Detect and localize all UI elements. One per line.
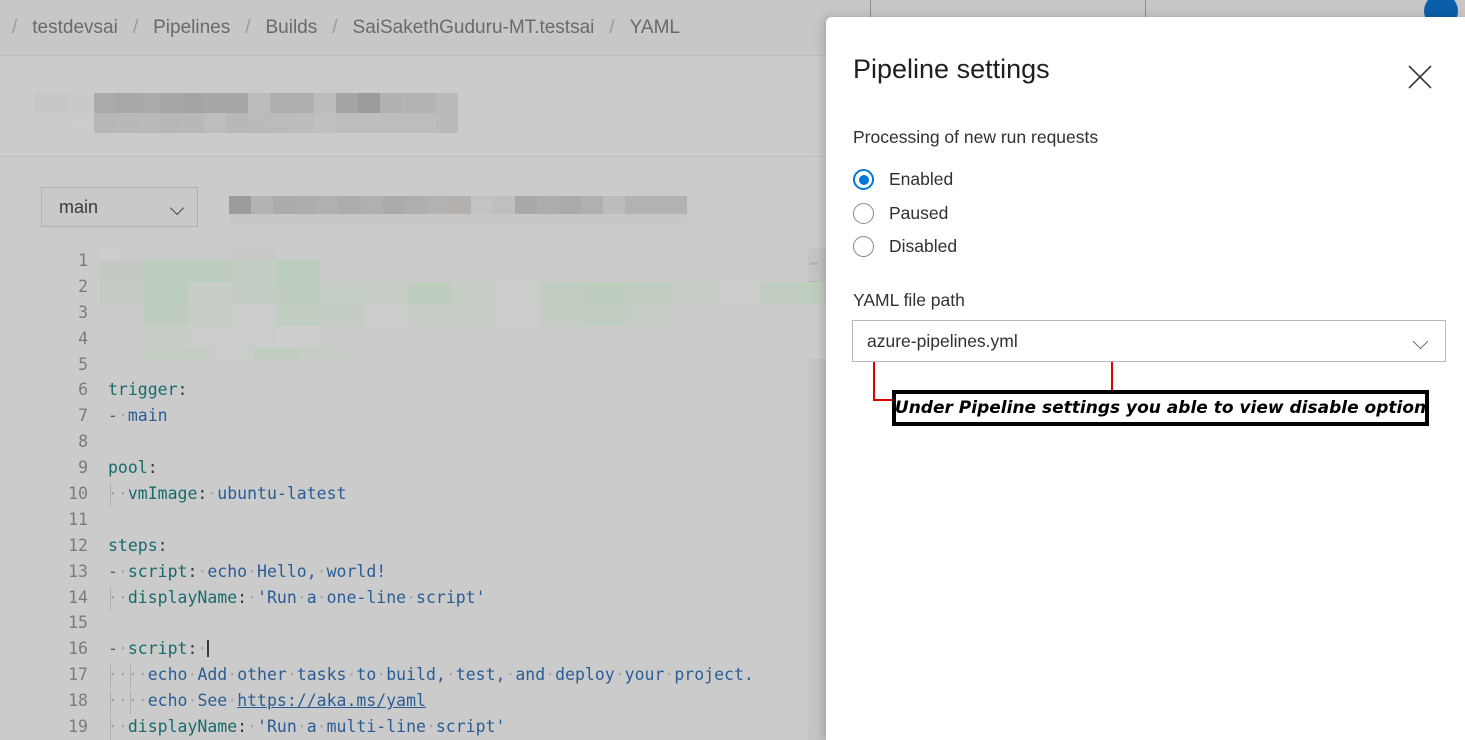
code-text: ··vmImage:·ubuntu-latest: [108, 484, 347, 504]
line-number: 1: [78, 251, 88, 270]
breadcrumb-separator: /: [12, 16, 18, 38]
line-number: 7: [78, 406, 88, 426]
code-text: trigger:: [108, 380, 188, 400]
code-line: 10 ··vmImage:·ubuntu-latest: [0, 481, 826, 508]
code-text: ··displayName:·'Run·a·multi-line·script': [108, 717, 506, 737]
panel-title: Pipeline settings: [853, 54, 1050, 84]
line-number: 2: [78, 276, 88, 296]
code-text: steps:: [108, 535, 168, 555]
code-line: 14 ··displayName:·'Run·a·one-line·script…: [0, 585, 826, 611]
redacted-title-block: [35, 93, 458, 133]
line-number: 16: [68, 639, 88, 659]
line-number: 19: [68, 717, 88, 737]
code-line: 17 ····echo·Add·other·tasks·to·build,·te…: [0, 662, 826, 689]
code-text: ··displayName:·'Run·a·one-line·script': [108, 587, 486, 607]
code-line: 12 steps:: [0, 533, 826, 559]
yaml-file-path-value: azure-pipelines.yml: [867, 330, 1018, 351]
code-line: 7 -·main: [0, 403, 826, 429]
radio-option-disabled[interactable]: Disabled: [853, 230, 1273, 264]
code-line: 18 ····echo·See·https://aka.ms/yaml: [0, 688, 826, 715]
radio-mark-icon: [853, 202, 874, 224]
redacted-toolbar-block: [229, 196, 687, 224]
code-text: -·script:·echo·Hello,·world!: [108, 561, 387, 581]
line-number: 10: [68, 484, 88, 504]
code-line: 6 trigger:: [0, 377, 826, 403]
breadcrumb-separator: /: [132, 16, 139, 38]
radio-option-enabled[interactable]: Enabled: [853, 163, 1273, 197]
yaml-file-path-label: YAML file path: [853, 290, 965, 310]
line-number: 12: [68, 535, 88, 555]
chevron-down-icon: [171, 203, 185, 212]
text-caret: [207, 640, 209, 658]
code-text: -·script:·: [108, 639, 209, 659]
code-text: -·main: [108, 406, 168, 426]
line-number: 11: [68, 509, 88, 529]
redacted-comment-block: [100, 249, 826, 359]
breadcrumb-item-pipeline-name[interactable]: SaiSakethGuduru-MT.testsai: [351, 17, 597, 39]
code-line: 16 -·script:·: [0, 636, 826, 662]
code-line: 11: [0, 507, 826, 533]
radio-mark-icon: [853, 236, 874, 258]
breadcrumb-item-testdevsai[interactable]: testdevsai: [30, 17, 120, 39]
run-request-processing-radio-group: Enabled Paused Disabled: [853, 163, 1273, 401]
line-number: 3: [78, 302, 88, 322]
line-number: 14: [68, 587, 88, 607]
radio-option-paused[interactable]: Paused: [853, 197, 1273, 231]
pipeline-settings-panel: Pipeline settings Processing of new run …: [826, 17, 1465, 740]
line-number: 4: [78, 328, 88, 348]
branch-picker-label: main: [59, 196, 99, 217]
radio-label: Disabled: [889, 236, 958, 257]
code-line: 15: [0, 610, 826, 636]
line-number: 17: [68, 665, 88, 685]
breadcrumb-separator: /: [609, 16, 615, 38]
processing-label: Processing of new run requests: [853, 127, 1099, 147]
breadcrumb-separator: /: [332, 16, 338, 38]
branch-picker[interactable]: main: [41, 187, 198, 227]
breadcrumb-item-yaml[interactable]: YAML: [628, 17, 682, 39]
yaml-file-path-dropdown[interactable]: azure-pipelines.yml: [852, 320, 1446, 362]
breadcrumb-separator: /: [245, 16, 251, 38]
line-number: 13: [68, 561, 88, 581]
screen-root: / testdevsai / Pipelines / Builds / SaiS…: [0, 0, 1465, 740]
code-line: 19 ··displayName:·'Run·a·multi-line·scri…: [0, 714, 826, 740]
breadcrumb-item-builds[interactable]: Builds: [264, 17, 320, 39]
line-number: 6: [78, 380, 88, 400]
line-number: 9: [78, 458, 88, 478]
breadcrumb-item-pipelines[interactable]: Pipelines: [151, 17, 232, 39]
line-number: 15: [68, 613, 88, 633]
line-number: 8: [78, 432, 88, 452]
yaml-doc-link[interactable]: https://aka.ms/yaml: [237, 691, 426, 710]
annotation-callout: Under Pipeline settings you able to view…: [892, 390, 1429, 426]
code-line: 13 -·script:·echo·Hello,·world!: [0, 559, 826, 585]
close-icon[interactable]: [1402, 59, 1438, 95]
annotation-callout-text: Under Pipeline settings you able to view…: [894, 398, 1427, 418]
line-number: 18: [68, 691, 88, 711]
code-line: 8: [0, 429, 826, 455]
code-text: pool:: [108, 458, 158, 478]
chevron-down-icon: [1413, 336, 1429, 346]
line-number: 5: [78, 354, 88, 374]
radio-mark-icon: [853, 169, 874, 191]
code-text: ····echo·See·https://aka.ms/yaml: [108, 691, 426, 711]
code-line: 9 pool:: [0, 455, 826, 481]
code-text: ····echo·Add·other·tasks·to·build,·test,…: [108, 665, 754, 685]
radio-label: Enabled: [889, 169, 954, 190]
radio-label: Paused: [889, 202, 949, 223]
